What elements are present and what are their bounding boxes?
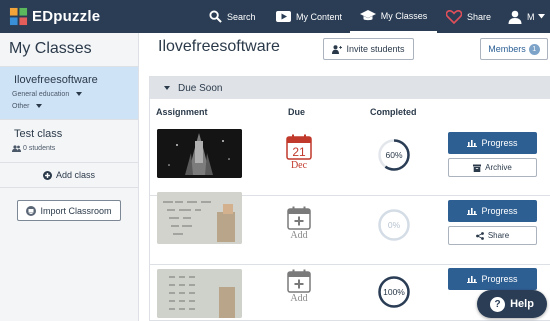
progress-button[interactable]: Progress — [448, 132, 537, 154]
class-student-count: 0 students — [12, 145, 55, 152]
members-button[interactable]: Members 1 — [480, 38, 548, 60]
completion-ring: 60% — [378, 139, 410, 171]
students-icon — [12, 145, 21, 152]
video-thumbnail-image — [157, 269, 242, 318]
archive-button[interactable]: Archive — [448, 158, 537, 177]
class-subject-label: General education — [12, 91, 70, 98]
column-header-due: Due — [288, 107, 306, 117]
import-classroom-label: Import Classroom — [40, 205, 112, 216]
nav-share-label: Share — [467, 11, 492, 22]
video-thumbnail-image — [157, 129, 242, 178]
user-initial: M — [527, 11, 535, 22]
add-class-button[interactable]: Add class — [0, 163, 138, 188]
class-name: Test class — [14, 128, 63, 140]
nav-search[interactable]: Search — [209, 0, 256, 33]
google-classroom-icon — [26, 205, 37, 216]
members-label: Members — [488, 44, 526, 54]
calendar-icon: 21 — [286, 134, 312, 160]
collapse-triangle-icon — [164, 86, 170, 90]
progress-label: Progress — [481, 206, 518, 216]
progress-label: Progress — [481, 274, 518, 284]
members-count-badge: 1 — [528, 43, 540, 55]
class-subject[interactable]: General education — [12, 91, 83, 98]
section-title: Due Soon — [178, 82, 223, 94]
classes-sidebar: My Classes Ilovefreesoftware General edu… — [0, 33, 139, 321]
completion-ring: 100% — [378, 276, 410, 308]
user-avatar-icon — [508, 10, 522, 24]
calendar-plus-icon — [287, 206, 311, 230]
due-month: Dec — [290, 160, 308, 171]
column-header-completed: Completed — [370, 107, 417, 117]
share-nodes-icon — [475, 231, 484, 240]
puzzle-logo-icon — [9, 7, 28, 26]
nav-search-label: Search — [227, 11, 256, 22]
nav-share[interactable]: Share — [446, 0, 491, 33]
caret-down-icon — [537, 14, 545, 19]
completion-percent: 0% — [388, 220, 401, 230]
user-menu[interactable]: M — [508, 0, 545, 33]
search-icon — [209, 10, 222, 23]
archive-box-icon — [473, 164, 482, 172]
caret-down-icon — [36, 104, 43, 108]
assignment-thumbnail[interactable] — [157, 129, 242, 178]
progress-button[interactable]: Progress — [448, 200, 537, 222]
class-title: Ilovefreesoftware — [158, 38, 280, 55]
completion-percent: 100% — [383, 287, 405, 297]
invite-students-label: Invite students — [346, 44, 405, 54]
video-thumbnail-image — [157, 192, 242, 244]
due-date[interactable]: 21 Dec — [282, 134, 316, 171]
assignment-thumbnail[interactable] — [157, 192, 242, 244]
class-item-test-class[interactable]: Test class 0 students — [0, 120, 138, 163]
column-header-assignment: Assignment — [156, 107, 208, 117]
nav-my-content[interactable]: My Content — [276, 0, 342, 33]
add-due-label: Add — [290, 293, 308, 304]
assignment-row: 21 Dec 60% Progress Archive — [150, 120, 550, 196]
nav-my-content-label: My Content — [296, 11, 343, 22]
add-due-date[interactable]: Add — [282, 206, 316, 241]
class-name: Ilovefreesoftware — [14, 74, 98, 86]
student-count-label: 0 students — [23, 145, 56, 152]
import-classroom-button[interactable]: Import Classroom — [17, 200, 121, 221]
add-user-icon — [332, 44, 343, 54]
bar-chart-icon — [467, 276, 478, 283]
app-name: EDpuzzle — [32, 8, 101, 25]
completion-ring: 0% — [378, 209, 410, 241]
help-label: Help — [510, 298, 534, 310]
heart-icon — [446, 9, 462, 24]
sidebar-title: My Classes — [9, 40, 92, 57]
assignments-panel: Due Soon Assignment Due Completed 21 Dec… — [149, 76, 550, 321]
due-soon-section-header[interactable]: Due Soon — [150, 77, 550, 99]
edpuzzle-logo[interactable]: EDpuzzle — [9, 7, 100, 26]
add-due-date[interactable]: Add — [282, 269, 316, 304]
add-class-label: Add class — [55, 170, 96, 180]
progress-label: Progress — [481, 138, 518, 148]
add-due-label: Add — [290, 230, 308, 241]
video-play-icon — [276, 11, 291, 22]
bar-chart-icon — [467, 140, 478, 147]
class-grade-label: Other — [12, 103, 30, 110]
plus-circle-icon — [42, 170, 52, 180]
graduation-cap-icon — [359, 9, 376, 20]
top-navigation-bar: EDpuzzle Search My Content My Classes Sh… — [0, 0, 550, 33]
calendar-plus-icon — [287, 269, 311, 293]
class-item-ilovefreesoftware[interactable]: Ilovefreesoftware General education Othe… — [0, 66, 138, 120]
class-grade[interactable]: Other — [12, 103, 43, 110]
nav-my-classes[interactable]: My Classes — [350, 0, 437, 33]
share-button[interactable]: Share — [448, 226, 537, 245]
progress-button[interactable]: Progress — [448, 268, 537, 290]
help-button[interactable]: ? Help — [477, 290, 547, 318]
completion-percent: 60% — [385, 150, 402, 160]
share-label: Share — [487, 231, 510, 240]
assignment-thumbnail[interactable] — [157, 269, 242, 318]
nav-my-classes-label: My Classes — [380, 10, 428, 21]
assignment-row: Add 0% Progress Share — [150, 188, 550, 265]
due-day: 21 — [292, 145, 306, 159]
caret-down-icon — [76, 92, 83, 96]
archive-label: Archive — [485, 163, 512, 172]
question-mark-icon: ? — [490, 296, 506, 312]
bar-chart-icon — [467, 208, 478, 215]
invite-students-button[interactable]: Invite students — [323, 38, 414, 60]
